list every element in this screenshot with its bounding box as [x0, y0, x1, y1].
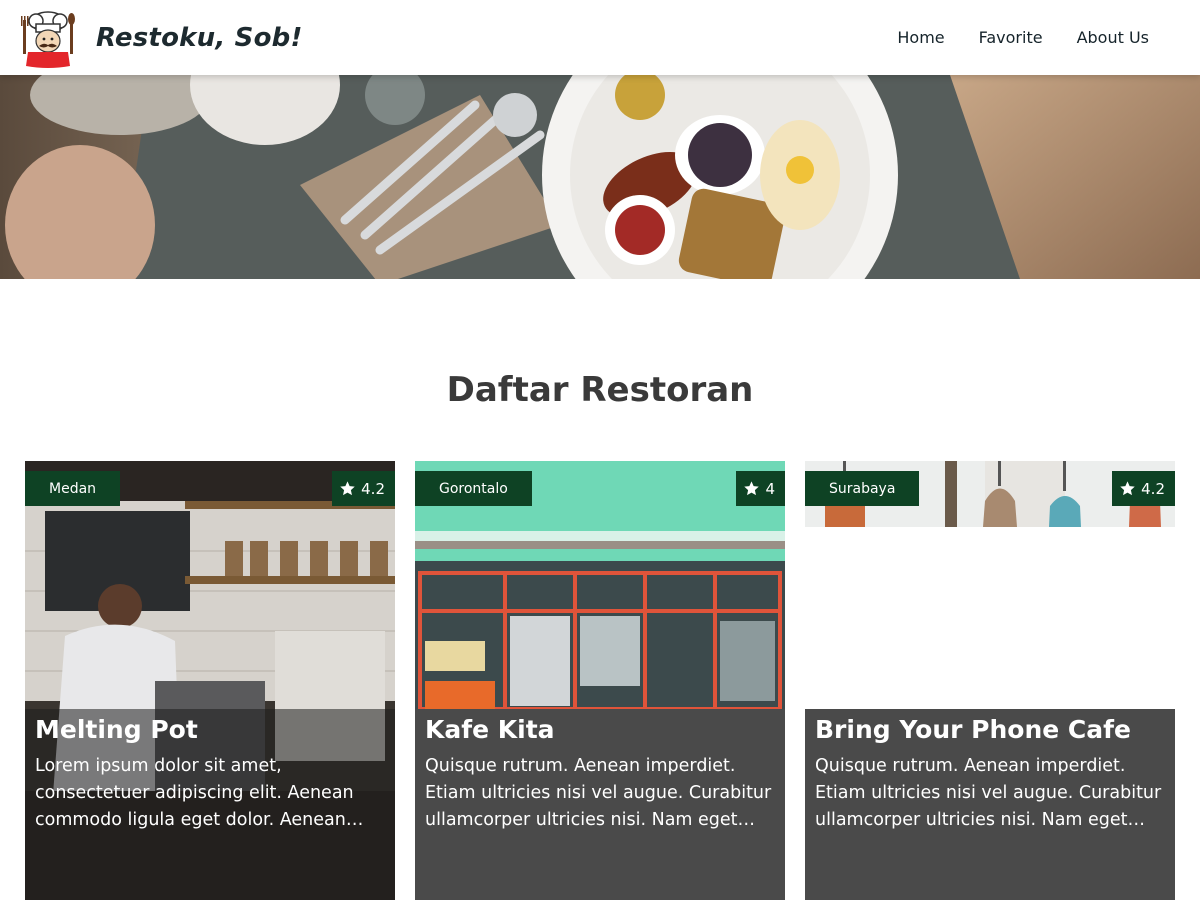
nav-about-us-link[interactable]: About Us [1060, 18, 1166, 57]
star-icon [1120, 481, 1135, 496]
app-header: Restoku, Sob! Home Favorite About Us [0, 0, 1200, 75]
card-info: Melting Pot Lorem ipsum dolor sit amet, … [25, 709, 395, 900]
rating-value: 4.2 [361, 479, 385, 498]
chef-mascot-logo[interactable] [18, 8, 78, 68]
restaurant-card[interactable]: Gorontalo 4 Kafe Kita Quisque rutrum. Ae… [415, 461, 785, 900]
restaurant-description: Lorem ipsum dolor sit amet, consectetuer… [35, 756, 354, 830]
restaurant-list: Medan 4.2 Melting Pot Lorem ipsum dolor … [25, 461, 1175, 900]
restaurant-card[interactable]: Medan 4.2 Melting Pot Lorem ipsum dolor … [25, 461, 395, 900]
brand-area[interactable]: Restoku, Sob! [18, 8, 303, 68]
restaurant-name[interactable]: Bring Your Phone Cafe [815, 715, 1165, 745]
restaurant-description: Quisque rutrum. Aenean imperdiet. Etiam … [425, 756, 772, 830]
restaurant-description: Quisque rutrum. Aenean imperdiet. Etiam … [815, 756, 1162, 830]
page-title: Daftar Restoran [446, 370, 754, 410]
city-badge: Gorontalo [415, 471, 532, 506]
rating-badge: 4.2 [1112, 471, 1175, 506]
star-icon [744, 481, 760, 496]
rating-badge: 4.2 [332, 471, 395, 506]
card-info: Bring Your Phone Cafe Quisque rutrum. Ae… [805, 709, 1175, 900]
star-icon [340, 481, 355, 496]
hero-banner [0, 75, 1200, 279]
rating-value: 4.2 [1141, 479, 1165, 498]
city-badge: Surabaya [805, 471, 920, 506]
rating-value: 4 [765, 479, 775, 498]
card-info: Kafe Kita Quisque rutrum. Aenean imperdi… [415, 709, 785, 900]
main-nav: Home Favorite About Us [880, 18, 1166, 57]
rating-badge: 4 [736, 471, 785, 506]
restaurant-card[interactable]: Surabaya 4.2 Bring Your Phone Cafe Quisq… [805, 461, 1175, 900]
nav-favorite-link[interactable]: Favorite [962, 18, 1060, 57]
restaurant-name[interactable]: Kafe Kita [425, 715, 775, 745]
city-badge: Medan [25, 471, 121, 506]
brand-name[interactable]: Restoku, Sob! [96, 23, 303, 53]
breakfast-table-photo [0, 75, 1200, 279]
nav-home-link[interactable]: Home [880, 18, 961, 57]
restaurant-name[interactable]: Melting Pot [35, 715, 385, 745]
